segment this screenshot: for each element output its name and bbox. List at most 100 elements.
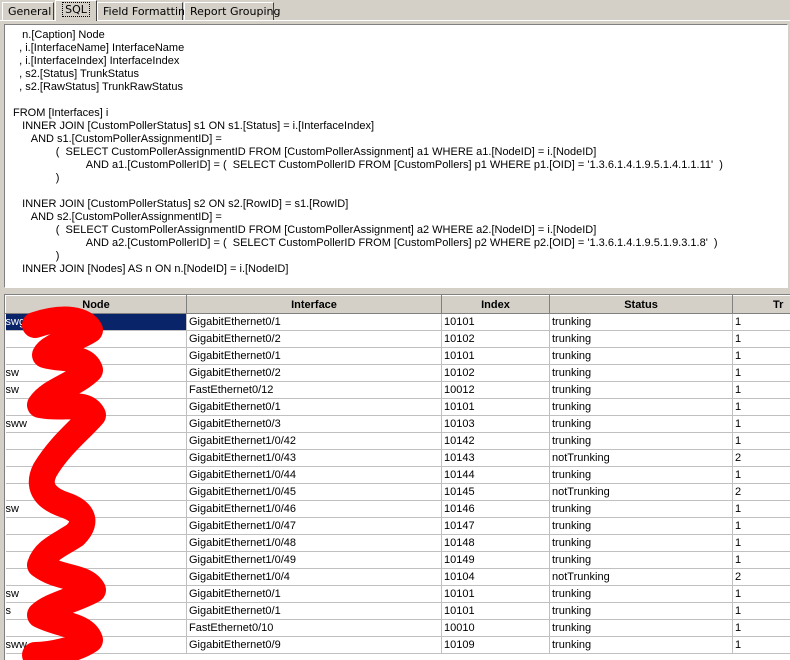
status-cell[interactable]: trunking <box>550 586 733 603</box>
tab-report-grouping[interactable]: Report Grouping <box>184 2 274 20</box>
table-row[interactable]: GigabitEthernet1/0/4210142trunking1 <box>6 433 790 450</box>
raw-status-cell[interactable]: 1 <box>733 535 790 552</box>
index-cell[interactable]: 10010 <box>442 620 550 637</box>
node-cell[interactable]: sw <box>6 382 187 399</box>
interface-cell[interactable]: GigabitEthernet0/9 <box>187 637 442 654</box>
table-row[interactable]: GigabitEthernet0/110101trunking1 <box>6 348 790 365</box>
status-cell[interactable]: trunking <box>550 501 733 518</box>
tab-field-formatting[interactable]: Field Formatting <box>97 2 183 20</box>
table-row[interactable]: GigabitEthernet0/110101trunking1 <box>6 399 790 416</box>
sql-query-text[interactable]: n.[Caption] Node , i.[InterfaceName] Int… <box>5 25 787 276</box>
interface-cell[interactable]: GigabitEthernet1/0/42 <box>187 433 442 450</box>
raw-status-cell[interactable]: 1 <box>733 552 790 569</box>
node-cell[interactable] <box>6 433 187 450</box>
raw-status-cell[interactable]: 1 <box>733 518 790 535</box>
raw-status-cell[interactable]: 1 <box>733 467 790 484</box>
index-cell[interactable]: 10102 <box>442 331 550 348</box>
index-cell[interactable]: 10101 <box>442 314 550 331</box>
table-row[interactable]: GigabitEthernet0/210102trunking1 <box>6 331 790 348</box>
node-cell[interactable]: sw <box>6 501 187 518</box>
raw-status-cell[interactable]: 1 <box>733 314 790 331</box>
status-cell[interactable]: trunking <box>550 382 733 399</box>
table-row[interactable]: swgGigabitEthernet0/110101trunking1 <box>6 314 790 331</box>
results-grid[interactable]: Node Interface Index Status Tr swgGigabi… <box>4 294 790 660</box>
index-cell[interactable]: 10143 <box>442 450 550 467</box>
index-cell[interactable]: 10103 <box>442 416 550 433</box>
index-cell[interactable]: 10102 <box>442 365 550 382</box>
table-row[interactable]: swFastEthernet0/1210012trunking1 <box>6 382 790 399</box>
interface-cell[interactable]: GigabitEthernet1/0/45 <box>187 484 442 501</box>
node-cell[interactable]: s <box>6 603 187 620</box>
status-cell[interactable]: trunking <box>550 416 733 433</box>
interface-cell[interactable]: GigabitEthernet1/0/48 <box>187 535 442 552</box>
index-cell[interactable]: 10148 <box>442 535 550 552</box>
sql-editor[interactable]: n.[Caption] Node , i.[InterfaceName] Int… <box>4 24 788 288</box>
interface-cell[interactable]: GigabitEthernet0/1 <box>187 399 442 416</box>
interface-cell[interactable]: GigabitEthernet1/0/43 <box>187 450 442 467</box>
node-cell[interactable] <box>6 620 187 637</box>
index-cell[interactable]: 10012 <box>442 382 550 399</box>
status-cell[interactable]: trunking <box>550 331 733 348</box>
status-cell[interactable]: trunking <box>550 518 733 535</box>
node-cell[interactable] <box>6 535 187 552</box>
interface-cell[interactable]: GigabitEthernet0/3 <box>187 416 442 433</box>
node-cell[interactable] <box>6 348 187 365</box>
status-cell[interactable]: trunking <box>550 603 733 620</box>
interface-cell[interactable]: GigabitEthernet0/1 <box>187 348 442 365</box>
node-cell[interactable] <box>6 518 187 535</box>
table-row[interactable]: swGigabitEthernet0/110101trunking1 <box>6 586 790 603</box>
interface-cell[interactable]: FastEthernet0/10 <box>187 620 442 637</box>
table-row[interactable]: GigabitEthernet1/0/4910149trunking1 <box>6 552 790 569</box>
node-cell[interactable] <box>6 331 187 348</box>
index-cell[interactable]: 10145 <box>442 484 550 501</box>
index-cell[interactable]: 10104 <box>442 569 550 586</box>
raw-status-cell[interactable]: 1 <box>733 433 790 450</box>
raw-status-cell[interactable]: 1 <box>733 603 790 620</box>
status-cell[interactable]: trunking <box>550 314 733 331</box>
node-cell[interactable]: sww <box>6 416 187 433</box>
node-cell[interactable] <box>6 552 187 569</box>
status-cell[interactable]: notTrunking <box>550 569 733 586</box>
column-header-index[interactable]: Index <box>442 296 550 314</box>
status-cell[interactable]: trunking <box>550 348 733 365</box>
interface-cell[interactable]: GigabitEthernet1/0/44 <box>187 467 442 484</box>
index-cell[interactable]: 10144 <box>442 467 550 484</box>
index-cell[interactable]: 10101 <box>442 586 550 603</box>
index-cell[interactable]: 10101 <box>442 603 550 620</box>
raw-status-cell[interactable]: 2 <box>733 569 790 586</box>
node-cell[interactable]: sw <box>6 365 187 382</box>
interface-cell[interactable]: GigabitEthernet1/0/46 <box>187 501 442 518</box>
table-row[interactable]: GigabitEthernet1/0/4410144trunking1 <box>6 467 790 484</box>
raw-status-cell[interactable]: 1 <box>733 331 790 348</box>
status-cell[interactable]: notTrunking <box>550 484 733 501</box>
status-cell[interactable]: trunking <box>550 365 733 382</box>
status-cell[interactable]: trunking <box>550 433 733 450</box>
interface-cell[interactable]: GigabitEthernet1/0/49 <box>187 552 442 569</box>
raw-status-cell[interactable]: 1 <box>733 637 790 654</box>
node-cell[interactable]: swg <box>6 314 187 331</box>
index-cell[interactable]: 10149 <box>442 552 550 569</box>
status-cell[interactable]: trunking <box>550 467 733 484</box>
raw-status-cell[interactable]: 1 <box>733 399 790 416</box>
raw-status-cell[interactable]: 1 <box>733 586 790 603</box>
table-row[interactable]: GigabitEthernet1/0/410104notTrunking2 <box>6 569 790 586</box>
column-header-interface[interactable]: Interface <box>187 296 442 314</box>
interface-cell[interactable]: FastEthernet0/12 <box>187 382 442 399</box>
raw-status-cell[interactable]: 1 <box>733 382 790 399</box>
column-header-raw-status[interactable]: Tr <box>733 296 790 314</box>
interface-cell[interactable]: GigabitEthernet0/1 <box>187 314 442 331</box>
status-cell[interactable]: trunking <box>550 620 733 637</box>
table-row[interactable]: swwGigabitEthernet0/310103trunking1 <box>6 416 790 433</box>
raw-status-cell[interactable]: 1 <box>733 620 790 637</box>
raw-status-cell[interactable]: 2 <box>733 450 790 467</box>
index-cell[interactable]: 10109 <box>442 637 550 654</box>
interface-cell[interactable]: GigabitEthernet0/1 <box>187 586 442 603</box>
table-row[interactable]: swGigabitEthernet0/210102trunking1 <box>6 365 790 382</box>
node-cell[interactable] <box>6 569 187 586</box>
raw-status-cell[interactable]: 2 <box>733 484 790 501</box>
tab-sql[interactable]: SQL <box>55 0 97 21</box>
node-cell[interactable]: sww <box>6 637 187 654</box>
index-cell[interactable]: 10101 <box>442 348 550 365</box>
status-cell[interactable]: trunking <box>550 637 733 654</box>
tab-general[interactable]: General <box>2 2 54 20</box>
